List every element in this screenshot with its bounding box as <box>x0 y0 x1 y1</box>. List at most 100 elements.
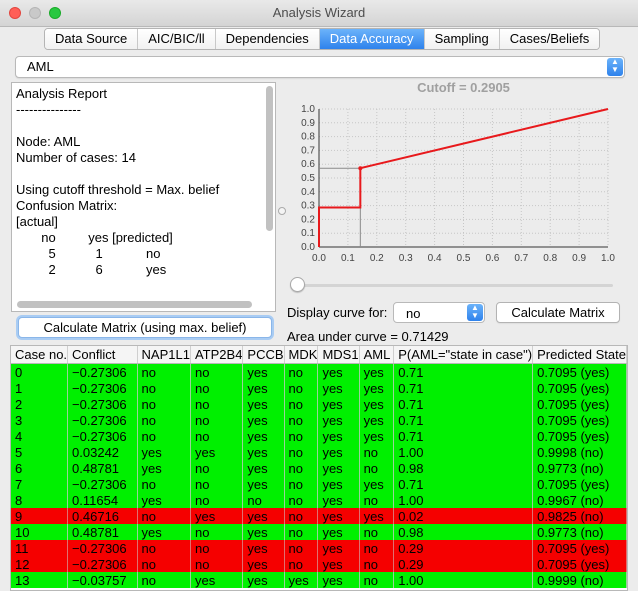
table-cell: yes <box>359 508 395 524</box>
column-header[interactable]: Predicted State <box>532 346 627 364</box>
report-line: Number of cases: 14 <box>16 150 136 165</box>
table-cell: 0.9999 (no) <box>532 572 627 588</box>
table-row[interactable]: 10 0.48781 yes no yes no yes no 0.98 0.9773 (no) <box>11 524 627 540</box>
tab-data-accuracy[interactable]: Data Accuracy <box>319 29 425 49</box>
table-row[interactable]: 13 −0.03757 no yes yes yes yes no 1.00 0.9999 (no… <box>11 572 627 588</box>
table-cell: no <box>284 396 319 412</box>
y-tick-label: 0.6 <box>301 159 315 170</box>
report-line: Node: AML <box>16 134 81 149</box>
x-tick-label: 0.9 <box>572 253 586 264</box>
report-line: Analysis Report <box>16 86 108 101</box>
column-header[interactable]: PCCB <box>242 346 285 364</box>
table-cell: −0.27306 <box>67 396 138 412</box>
table-cell: 0.7095 (yes) <box>532 412 627 428</box>
table-cell: no <box>190 412 244 428</box>
column-header[interactable]: P(AML="state in case") <box>393 346 534 364</box>
cutoff-slider-track[interactable] <box>292 284 613 287</box>
table-cell: −0.27306 <box>67 363 138 380</box>
analysis-report-panel[interactable]: Analysis Report --------------- Node: AML N… <box>11 82 276 312</box>
table-cell: 0.48781 <box>67 460 138 476</box>
area-under-curve-label: Area under curve = 0.71429 <box>287 329 449 344</box>
tab-aic-bic[interactable]: AIC/BIC/ll <box>138 29 216 49</box>
column-header[interactable]: MDK <box>284 346 319 364</box>
y-tick-label: 0.1 <box>301 228 315 239</box>
cases-table: Case no. Conflict NAP1L1 ATP2B4 PCCB MDK MDS1 A… <box>10 345 628 591</box>
column-header[interactable]: Conflict <box>67 346 138 364</box>
chart-title: Cutoff = 0.2905 <box>417 80 510 95</box>
tab-bar: Data Source AIC/BIC/ll Dependencies Data… <box>44 28 601 50</box>
table-cell: 6 <box>11 460 69 476</box>
calculate-matrix-button[interactable]: Calculate Matrix <box>496 302 620 323</box>
cutoff-slider-knob[interactable] <box>290 277 305 292</box>
table-row[interactable]: 3 −0.27306 no no yes no yes yes 0.71 0.7095 (yes) <box>11 412 627 428</box>
table-cell: yes <box>190 572 244 588</box>
tab-dependencies[interactable]: Dependencies <box>215 29 320 49</box>
table-cell: yes <box>242 460 285 476</box>
table-cell: 0.7095 (yes) <box>532 476 627 492</box>
table-cell: 0.7095 (yes) <box>532 396 627 412</box>
column-header[interactable]: MDS1 <box>317 346 360 364</box>
table-row[interactable]: 0 −0.27306 no no yes no yes yes 0.71 0.7095 (yes) <box>11 363 627 380</box>
table-cell: 0.02 <box>393 508 534 524</box>
table-cell: yes <box>242 524 285 540</box>
tab-cases-beliefs[interactable]: Cases/Beliefs <box>499 29 600 49</box>
table-cell: 3 <box>11 412 69 428</box>
y-tick-label: 0.7 <box>301 145 315 156</box>
table-cell: no <box>284 444 319 460</box>
table-cell: 0.9825 (no) <box>532 508 627 524</box>
table-cell: −0.27306 <box>67 380 138 396</box>
table-cell: yes <box>317 556 360 572</box>
table-cell: yes <box>317 380 360 396</box>
table-cell: no <box>190 476 244 492</box>
table-cell: no <box>190 524 244 540</box>
table-cell: −0.27306 <box>67 428 138 444</box>
column-header[interactable]: NAP1L1 <box>137 346 191 364</box>
table-cell: 0.03242 <box>67 444 138 460</box>
tab-sampling[interactable]: Sampling <box>424 29 500 49</box>
table-cell: no <box>284 524 319 540</box>
table-cell: no <box>190 396 244 412</box>
y-tick-label: 0.8 <box>301 132 315 143</box>
table-row[interactable]: 5 0.03242 yes yes yes no yes no 1.00 0.9998 (no) <box>11 444 627 460</box>
column-header[interactable]: ATP2B4 <box>190 346 244 364</box>
table-cell: 1 <box>11 380 69 396</box>
report-line: 5 1 no <box>16 246 161 261</box>
calculate-matrix-max-belief-button[interactable]: Calculate Matrix (using max. belief) <box>18 317 272 338</box>
table-cell: yes <box>137 492 191 508</box>
table-cell: yes <box>359 412 395 428</box>
tab-data-source[interactable]: Data Source <box>45 29 139 49</box>
table-cell: 0.9773 (no) <box>532 524 627 540</box>
table-row[interactable]: 11 −0.27306 no no yes no yes no 0.29 0.7095 (yes) <box>11 540 627 556</box>
table-row[interactable]: 8 0.11654 yes no no no yes no 1.00 0.9967 (no) <box>11 492 627 508</box>
display-curve-value: no <box>406 306 421 321</box>
table-row[interactable]: 1 −0.27306 no no yes no yes yes 0.71 0.7095 (yes) <box>11 380 627 396</box>
table-cell: yes <box>317 508 360 524</box>
table-cell: 12 <box>11 556 69 572</box>
table-cell: 7 <box>11 476 69 492</box>
node-select[interactable]: AML ▲ ▼ <box>15 56 625 78</box>
table-row[interactable]: 2 −0.27306 no no yes no yes yes 0.71 0.7095 (yes) <box>11 396 627 412</box>
table-cell: no <box>284 476 319 492</box>
table-cell: no <box>284 428 319 444</box>
table-cell: 0.9773 (no) <box>532 460 627 476</box>
report-horizontal-scrollbar[interactable] <box>17 301 252 308</box>
table-row[interactable]: 7 −0.27306 no no yes no yes yes 0.71 0.7095 (yes) <box>11 476 627 492</box>
table-cell: yes <box>137 444 191 460</box>
table-cell: 5 <box>11 444 69 460</box>
table-row[interactable]: 12 −0.27306 no no yes no yes no 0.29 0.7095 (yes) <box>11 556 627 572</box>
table-row[interactable]: 6 0.48781 yes no yes no yes no 0.98 0.9773 (no) <box>11 460 627 476</box>
split-pane-handle[interactable] <box>278 207 286 215</box>
column-header[interactable]: AML <box>359 346 395 364</box>
table-cell: no <box>190 540 244 556</box>
table-row[interactable]: 9 0.46716 no yes yes no yes yes 0.02 0.9825 (no) <box>11 508 627 524</box>
table-cell: no <box>359 540 395 556</box>
table-cell: yes <box>359 476 395 492</box>
table-cell: no <box>190 460 244 476</box>
column-header[interactable]: Case no. <box>11 346 69 364</box>
table-cell: no <box>359 524 395 540</box>
report-vertical-scrollbar[interactable] <box>266 86 273 231</box>
table-cell: no <box>359 572 395 588</box>
display-curve-select[interactable]: no ▲ ▼ <box>393 302 485 323</box>
table-cell: no <box>284 556 319 572</box>
table-row[interactable]: 4 −0.27306 no no yes no yes yes 0.71 0.7095 (yes) <box>11 428 627 444</box>
